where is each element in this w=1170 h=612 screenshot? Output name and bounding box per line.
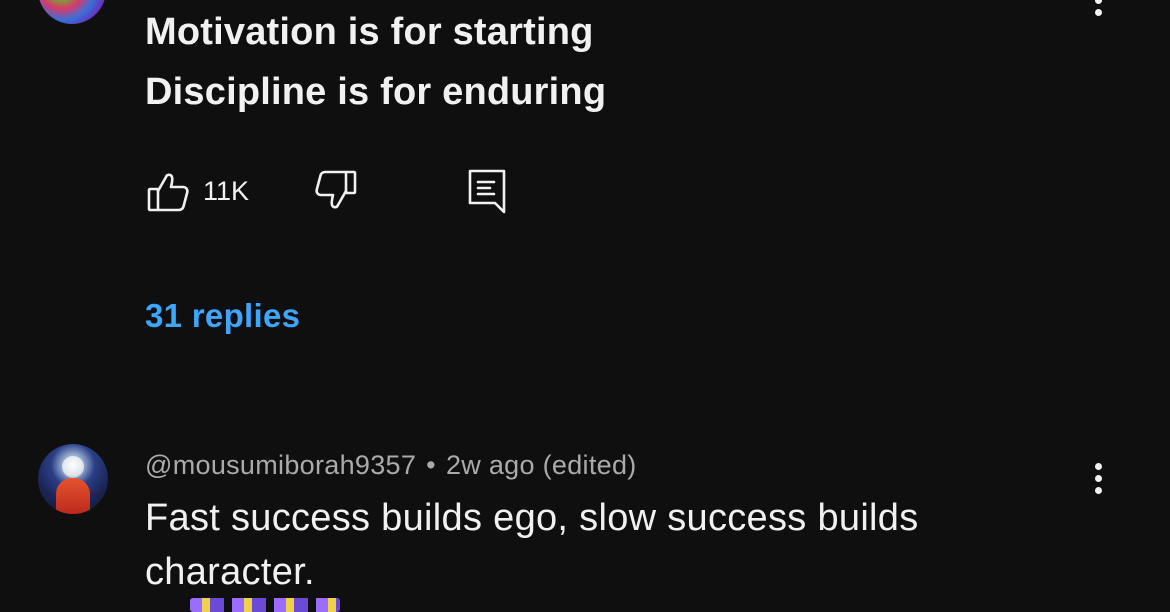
comment-more-button[interactable] bbox=[1083, 0, 1113, 22]
commenter-avatar[interactable] bbox=[38, 444, 108, 514]
comment-timestamp: 2w ago (edited) bbox=[445, 450, 637, 480]
like-button[interactable] bbox=[145, 168, 191, 214]
thumbs-down-icon bbox=[315, 170, 357, 209]
more-vertical-icon bbox=[1094, 462, 1102, 470]
commenter-avatar[interactable] bbox=[38, 0, 106, 24]
dislike-button[interactable] bbox=[313, 168, 359, 214]
thumbs-up-icon bbox=[147, 173, 189, 212]
comment-text-line-2: Discipline is for enduring bbox=[145, 71, 607, 113]
comment-more-button[interactable] bbox=[1083, 456, 1113, 500]
comment-text-line-1: Motivation is for starting bbox=[145, 11, 594, 53]
like-count: 11K bbox=[203, 176, 250, 206]
view-replies-link[interactable]: 31 replies bbox=[145, 294, 300, 338]
emoji-row bbox=[190, 598, 340, 612]
reply-button[interactable] bbox=[465, 168, 509, 214]
comment-text-line-1: Fast success builds ego, slow success bu… bbox=[145, 497, 919, 539]
comment-text-line-2: character. bbox=[145, 551, 315, 593]
meta-separator: • bbox=[426, 450, 436, 480]
reply-comment-icon bbox=[468, 169, 506, 214]
comment-meta: @mousumiborah9357 • 2w ago (edited) bbox=[145, 446, 637, 484]
comment-author-handle[interactable]: @mousumiborah9357 bbox=[145, 450, 416, 480]
